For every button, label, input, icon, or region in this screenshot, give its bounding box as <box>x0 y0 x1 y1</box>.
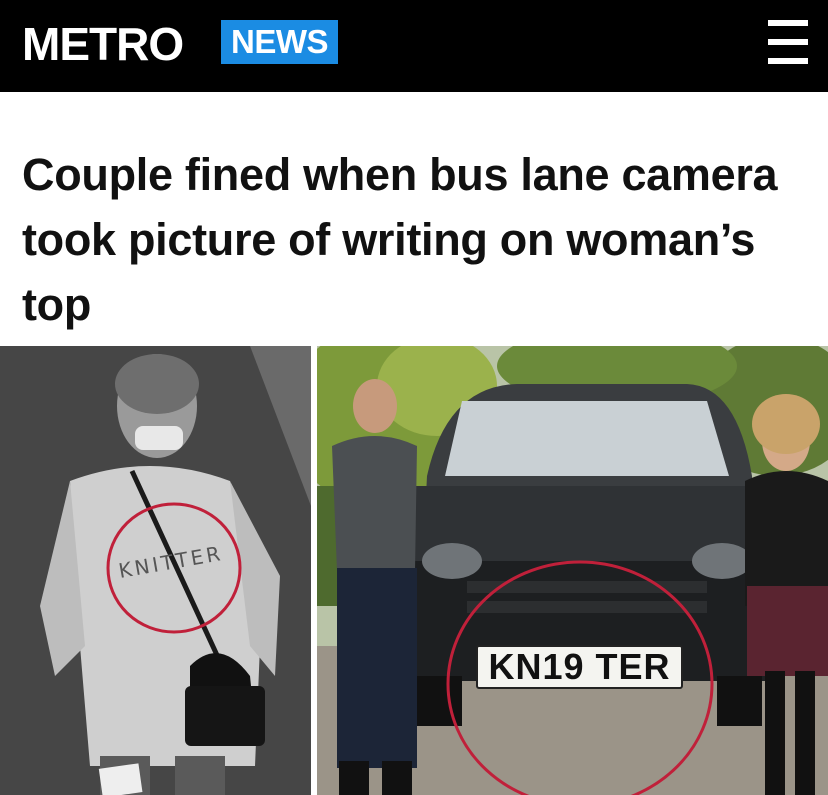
couple-with-van-photo <box>317 346 828 795</box>
menu-bar <box>768 20 808 26</box>
metro-logo[interactable]: METRO <box>22 14 184 74</box>
article-headline: Couple fined when bus lane camera took p… <box>22 149 778 330</box>
license-plate: KN19 TER <box>476 645 683 689</box>
section-badge-news[interactable]: NEWS <box>221 20 338 64</box>
site-header: METRO NEWS <box>0 0 828 92</box>
menu-bar <box>768 39 808 45</box>
hamburger-menu-icon[interactable] <box>768 20 808 64</box>
menu-bar <box>768 58 808 64</box>
van-scene-illustration <box>317 346 828 795</box>
